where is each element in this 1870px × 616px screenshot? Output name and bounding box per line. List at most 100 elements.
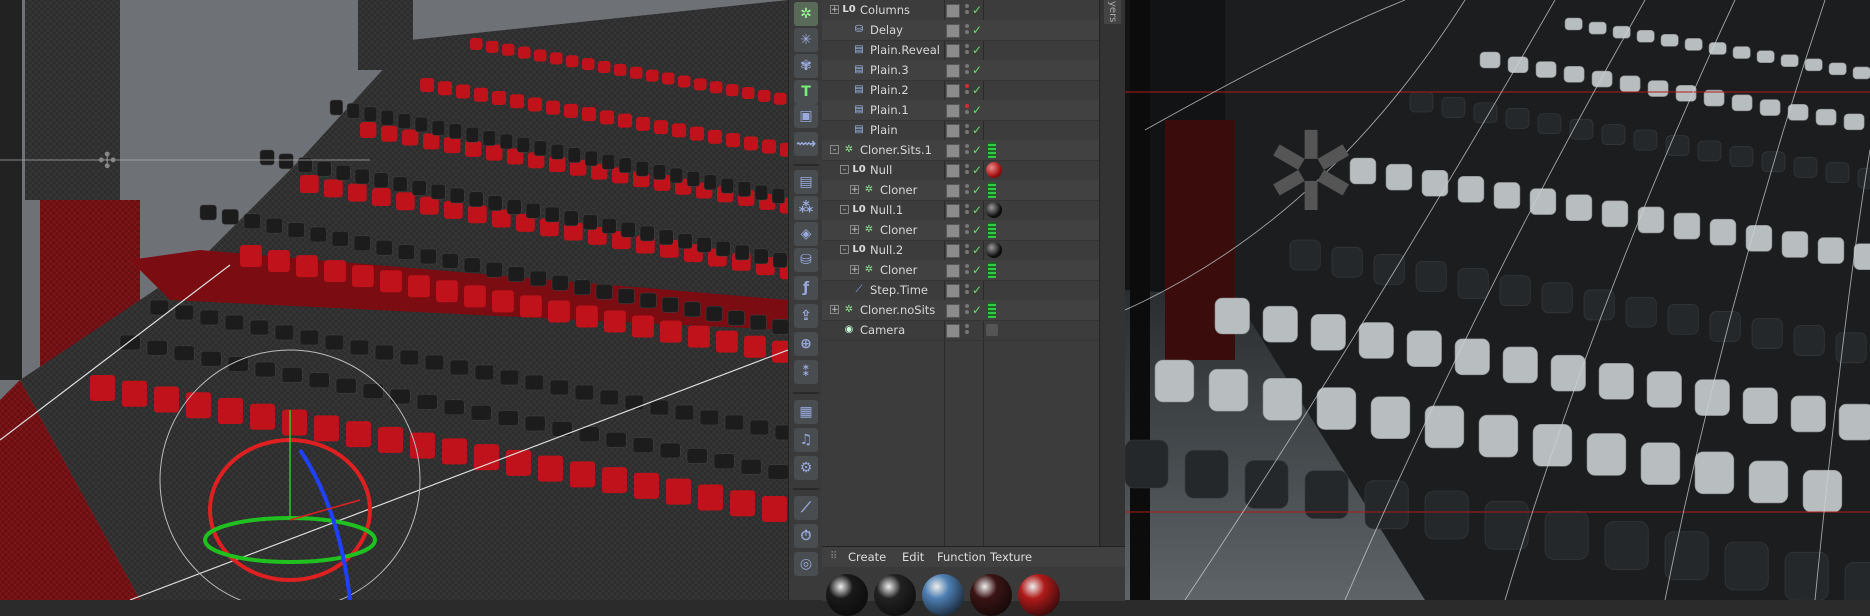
layer-swatch-icon[interactable] bbox=[946, 84, 960, 98]
enabled-check-icon[interactable]: ✓ bbox=[972, 2, 982, 18]
effector-python-icon[interactable]: ⚙ bbox=[794, 456, 818, 480]
dark-red-material[interactable] bbox=[970, 574, 1012, 616]
effector-sound-icon[interactable]: ♫ bbox=[794, 428, 818, 452]
menu-create[interactable]: Create bbox=[848, 547, 886, 567]
layer-swatch-icon[interactable] bbox=[946, 144, 960, 158]
material-tag-icon[interactable] bbox=[986, 202, 1002, 218]
object-row[interactable]: + L0 Columns ✓ bbox=[822, 0, 1099, 21]
mograph-tag-icon[interactable] bbox=[988, 222, 996, 238]
material-tag-icon[interactable] bbox=[986, 242, 1002, 258]
effector-push-apart-icon[interactable]: ⊕ bbox=[794, 332, 818, 356]
effector-target-icon[interactable]: ◎ bbox=[794, 552, 818, 576]
visibility-dots[interactable] bbox=[965, 222, 969, 238]
object-name[interactable]: Delay bbox=[870, 20, 903, 40]
array-tool-icon[interactable]: ✳ bbox=[794, 28, 818, 52]
blue-material[interactable] bbox=[922, 574, 964, 616]
visibility-dots[interactable] bbox=[965, 122, 969, 138]
object-name[interactable]: Plain bbox=[870, 120, 898, 140]
object-name[interactable]: Cloner bbox=[880, 180, 917, 200]
camera-tag-icon[interactable] bbox=[986, 324, 998, 336]
enabled-check-icon[interactable]: ✓ bbox=[972, 22, 982, 38]
enabled-check-icon[interactable]: ✓ bbox=[972, 262, 982, 278]
effector-random-2-icon[interactable]: ⁑ bbox=[794, 360, 818, 384]
mograph-text-icon[interactable]: T bbox=[794, 80, 818, 104]
expand-icon[interactable]: + bbox=[830, 5, 839, 15]
visibility-dots[interactable] bbox=[965, 42, 969, 58]
enabled-check-icon[interactable]: ✓ bbox=[972, 242, 982, 258]
visibility-dots[interactable] bbox=[965, 22, 969, 38]
expand-icon[interactable]: + bbox=[850, 225, 859, 235]
visibility-dots[interactable] bbox=[965, 102, 969, 118]
object-name[interactable]: Camera bbox=[860, 320, 905, 340]
enabled-check-icon[interactable]: ✓ bbox=[972, 122, 982, 138]
expand-icon[interactable]: + bbox=[850, 185, 859, 195]
visibility-dots[interactable] bbox=[965, 202, 969, 218]
layer-swatch-icon[interactable] bbox=[946, 164, 960, 178]
layer-swatch-icon[interactable] bbox=[946, 124, 960, 138]
object-name[interactable]: Plain.Reveal bbox=[870, 40, 940, 60]
tracer-icon[interactable]: ⟿ bbox=[794, 132, 818, 156]
layer-swatch-icon[interactable] bbox=[946, 4, 960, 18]
expand-icon[interactable]: + bbox=[850, 265, 859, 275]
visibility-dots[interactable] bbox=[965, 182, 969, 198]
enabled-check-icon[interactable]: ✓ bbox=[972, 222, 982, 238]
effector-delay-icon[interactable]: ⛁ bbox=[794, 248, 818, 272]
object-row[interactable]: - ✲ Cloner.Sits.1 ✓ bbox=[822, 140, 1099, 161]
object-name[interactable]: Cloner.Sits.1 bbox=[860, 140, 932, 160]
collapse-icon[interactable]: - bbox=[840, 165, 849, 175]
object-name[interactable]: Null.2 bbox=[870, 240, 903, 260]
material-tag-icon[interactable] bbox=[986, 162, 1002, 178]
object-row[interactable]: - L0 Null ✓ bbox=[822, 160, 1099, 181]
enabled-check-icon[interactable]: ✓ bbox=[972, 202, 982, 218]
visibility-dots[interactable] bbox=[965, 2, 969, 18]
mograph-tag-icon[interactable] bbox=[988, 262, 996, 278]
enabled-check-icon[interactable]: ✓ bbox=[972, 62, 982, 78]
effector-plain-icon[interactable]: ▤ bbox=[794, 170, 818, 194]
object-name[interactable]: Null.1 bbox=[870, 200, 903, 220]
object-row[interactable]: + ✲ Cloner.noSits ✓ bbox=[822, 300, 1099, 321]
effector-inherit-icon[interactable]: ⇪ bbox=[794, 304, 818, 328]
object-row[interactable]: ▤ Plain.1 ✓ bbox=[822, 100, 1099, 121]
enabled-check-icon[interactable]: ✓ bbox=[972, 302, 982, 318]
layer-swatch-icon[interactable] bbox=[946, 224, 960, 238]
object-row[interactable]: ▤ Plain.2 ✓ bbox=[822, 80, 1099, 101]
layer-swatch-icon[interactable] bbox=[946, 264, 960, 278]
object-row[interactable]: - L0 Null.2 ✓ bbox=[822, 240, 1099, 261]
layer-swatch-icon[interactable] bbox=[946, 284, 960, 298]
effector-shader-icon[interactable]: ◈ bbox=[794, 222, 818, 246]
layer-swatch-icon[interactable] bbox=[946, 64, 960, 78]
collapse-icon[interactable]: - bbox=[840, 205, 849, 215]
object-row[interactable]: ▤ Plain.3 ✓ bbox=[822, 60, 1099, 81]
object-name[interactable]: Null bbox=[870, 160, 892, 180]
object-name[interactable]: Cloner.noSits bbox=[860, 300, 935, 320]
object-row[interactable]: ▤ Plain.Reveal ✓ bbox=[822, 40, 1099, 61]
visibility-dots[interactable] bbox=[965, 62, 969, 78]
object-name[interactable]: Cloner bbox=[880, 260, 917, 280]
red-material[interactable] bbox=[1018, 574, 1060, 616]
layer-swatch-icon[interactable] bbox=[946, 324, 960, 338]
menu-texture[interactable]: Texture bbox=[990, 547, 1032, 567]
visibility-dots[interactable] bbox=[965, 322, 969, 338]
enabled-check-icon[interactable]: ✓ bbox=[972, 42, 982, 58]
object-row[interactable]: ◉ Camera bbox=[822, 320, 1099, 341]
object-name[interactable]: Step.Time bbox=[870, 280, 928, 300]
visibility-dots[interactable] bbox=[965, 142, 969, 158]
viewport-right-render[interactable]: ✲ bbox=[1125, 0, 1870, 600]
mograph-tag-icon[interactable] bbox=[988, 142, 996, 158]
menu-edit[interactable]: Edit bbox=[902, 547, 924, 567]
black-material-2[interactable] bbox=[874, 574, 916, 616]
fracture-tool-icon[interactable]: ✾ bbox=[794, 54, 818, 78]
layer-swatch-icon[interactable] bbox=[946, 184, 960, 198]
enabled-check-icon[interactable]: ✓ bbox=[972, 282, 982, 298]
object-row[interactable]: + ✲ Cloner ✓ bbox=[822, 220, 1099, 241]
viewport-left[interactable]: ✣ bbox=[0, 0, 788, 600]
visibility-dots[interactable] bbox=[965, 262, 969, 278]
object-row[interactable]: + ✲ Cloner ✓ bbox=[822, 260, 1099, 281]
enabled-check-icon[interactable]: ✓ bbox=[972, 142, 982, 158]
black-material[interactable] bbox=[826, 574, 868, 616]
layer-swatch-icon[interactable] bbox=[946, 104, 960, 118]
effector-formula-icon[interactable]: ƒ bbox=[794, 276, 818, 300]
layers-tab[interactable]: yers bbox=[1104, 0, 1121, 24]
enabled-check-icon[interactable]: ✓ bbox=[972, 162, 982, 178]
object-row[interactable]: ▤ Plain ✓ bbox=[822, 120, 1099, 141]
